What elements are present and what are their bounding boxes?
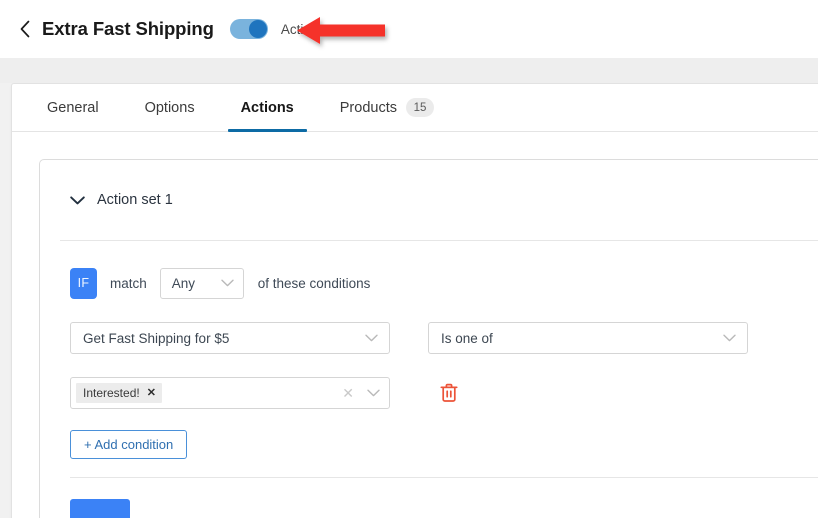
tab-actions[interactable]: Actions <box>227 84 307 132</box>
tab-products[interactable]: Products 15 <box>327 84 447 131</box>
page-header: Extra Fast Shipping Active <box>0 0 818 58</box>
match-mode-select[interactable]: Any <box>159 267 244 299</box>
match-mode-value: Any <box>171 275 196 291</box>
value-tag-label: Interested! <box>83 386 140 400</box>
active-toggle[interactable] <box>229 19 268 39</box>
condition-value-row: Interested! ✕ ✕ <box>70 377 818 409</box>
close-icon[interactable]: ✕ <box>147 387 156 399</box>
action-set-card: Action set 1 IF match Any of these condi… <box>39 159 818 518</box>
chevron-down-icon[interactable] <box>367 389 380 397</box>
tab-products-label: Products <box>339 99 397 116</box>
condition-value-multiselect[interactable]: Interested! ✕ ✕ <box>70 377 390 409</box>
if-badge[interactable]: IF <box>70 267 97 299</box>
tab-bar: General Options Actions Products 15 <box>12 84 818 132</box>
chevron-left-icon[interactable] <box>18 18 32 40</box>
content-panel: General Options Actions Products 15 Acti… <box>11 83 818 518</box>
page-title: Extra Fast Shipping <box>42 18 214 39</box>
action-set-header[interactable]: Action set 1 <box>40 160 818 240</box>
chevron-down-icon <box>723 334 736 342</box>
chevron-down-icon[interactable] <box>70 195 85 205</box>
condition-operator-value: Is one of <box>441 330 493 346</box>
toggle-knob <box>248 20 267 38</box>
action-set-body: IF match Any of these conditions Get Fas… <box>40 241 818 518</box>
match-label: match <box>110 275 147 291</box>
condition-field-row: Get Fast Shipping for $5 Is one of <box>70 322 818 354</box>
primary-submit-button[interactable] <box>70 499 130 518</box>
if-match-row: IF match Any of these conditions <box>70 267 818 299</box>
header-gap <box>0 58 818 83</box>
match-tail-label: of these conditions <box>257 275 371 291</box>
condition-operator-select[interactable]: Is one of <box>428 322 748 354</box>
condition-field-select[interactable]: Get Fast Shipping for $5 <box>70 322 390 354</box>
tab-general[interactable]: General <box>34 84 112 131</box>
add-condition-button[interactable]: + Add condition <box>70 430 188 459</box>
toggle-status-label: Active <box>280 21 318 37</box>
chevron-down-icon <box>365 334 378 342</box>
chevron-down-icon <box>221 279 234 287</box>
trash-icon[interactable] <box>440 383 458 403</box>
body-divider <box>70 477 818 478</box>
value-tag-chip[interactable]: Interested! ✕ <box>76 383 162 403</box>
products-count-badge: 15 <box>405 98 434 117</box>
tab-general-label: General <box>47 99 99 116</box>
action-set-title: Action set 1 <box>97 192 173 208</box>
clear-x-icon[interactable]: ✕ <box>342 386 354 400</box>
app-screen: Extra Fast Shipping Active General Optio… <box>0 0 818 518</box>
tab-options-label: Options <box>144 99 195 116</box>
tab-actions-label: Actions <box>240 99 294 116</box>
condition-field-value: Get Fast Shipping for $5 <box>83 330 230 346</box>
tab-options[interactable]: Options <box>132 84 208 131</box>
